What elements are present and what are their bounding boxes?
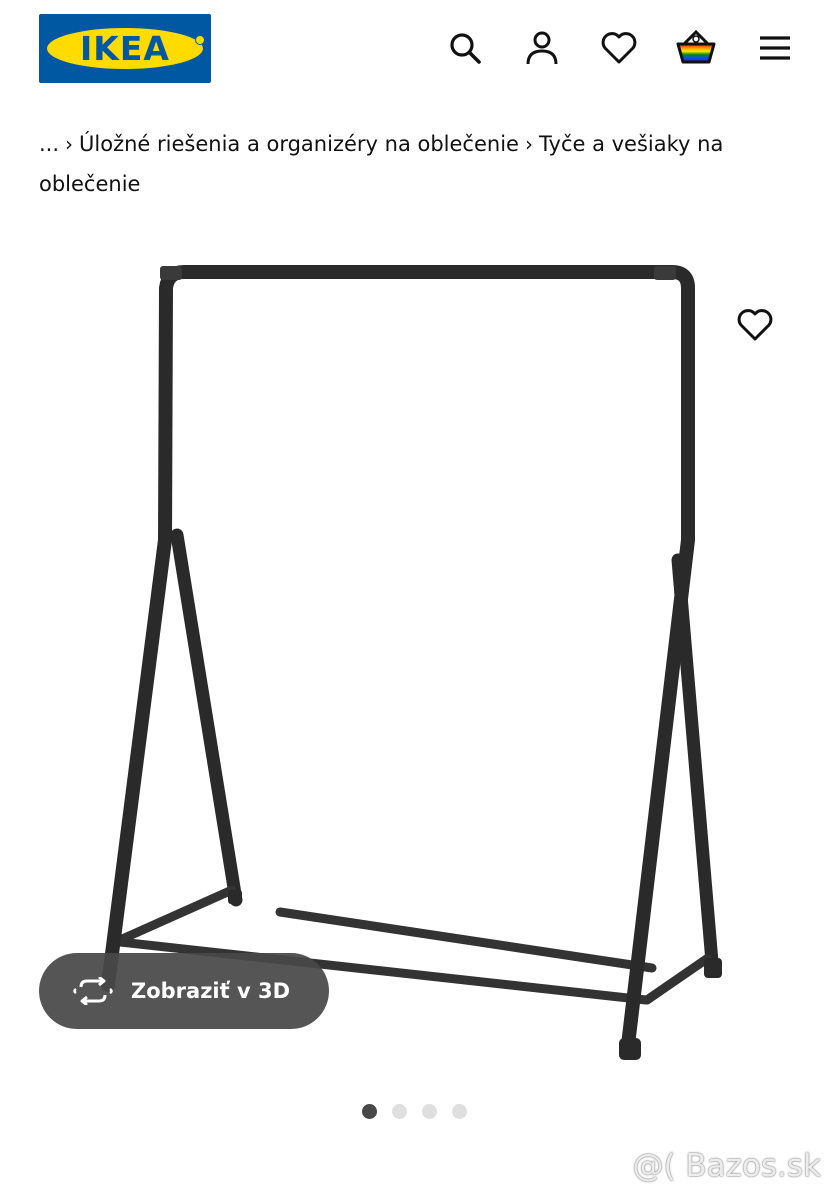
watermark: @( Bazos.sk [632, 1148, 821, 1184]
header: IKEA [0, 0, 833, 96]
carousel-dot[interactable] [392, 1104, 407, 1119]
breadcrumb-item-storage[interactable]: Úložné riešenia a organizéry na oblečeni… [79, 132, 519, 156]
view-in-3d-button[interactable]: Zobraziť v 3D [39, 953, 329, 1029]
breadcrumb: ... › Úložné riešenia a organizéry na oble… [39, 124, 799, 204]
ikea-logo[interactable]: IKEA [39, 14, 211, 83]
chevron-right-icon: › [524, 132, 533, 156]
search-icon[interactable] [445, 28, 485, 68]
carousel-indicator [362, 1104, 467, 1119]
logo-oval: IKEA [47, 28, 203, 69]
add-to-favorites-button[interactable] [735, 305, 775, 345]
basket-icon[interactable] [676, 28, 716, 68]
clothes-rack-image[interactable] [100, 240, 750, 1070]
registered-mark [195, 35, 205, 45]
rotate-3d-icon [73, 977, 113, 1005]
carousel-dot[interactable] [362, 1104, 377, 1119]
breadcrumb-ellipsis[interactable]: ... [39, 132, 59, 156]
menu-icon[interactable] [755, 28, 795, 68]
chevron-right-icon: › [65, 132, 74, 156]
account-icon[interactable] [522, 28, 562, 68]
carousel-dot[interactable] [422, 1104, 437, 1119]
heart-icon[interactable] [599, 28, 639, 68]
logo-text: IKEA [80, 29, 170, 68]
carousel-dot[interactable] [452, 1104, 467, 1119]
view-in-3d-label: Zobraziť v 3D [131, 979, 291, 1003]
heart-icon [737, 309, 773, 341]
